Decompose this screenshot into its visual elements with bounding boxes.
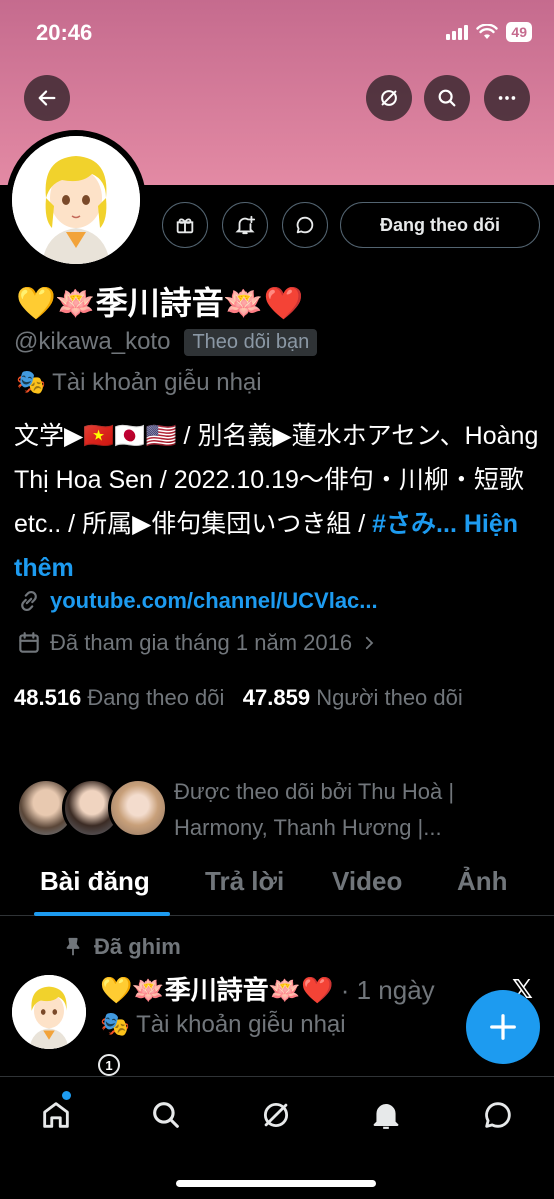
profile-name: 💛🪷季川詩音🪷❤️ [16, 285, 304, 321]
bio-text: 文学▶🇻🇳🇯🇵🇺🇸 / 別名義▶蓮水ホアセン、Hoàng Thị Hoa Sen… [14, 422, 539, 538]
post-number-badge: 1 [98, 1054, 120, 1076]
followers-count: 47.859 [242, 685, 311, 710]
wifi-icon [476, 24, 499, 39]
arrow-left-icon [38, 90, 56, 106]
nav-notifications[interactable] [366, 1095, 406, 1135]
joined-date[interactable]: Đã tham gia tháng 1 năm 2016 [16, 630, 378, 656]
more-button[interactable] [484, 75, 530, 121]
home-icon [43, 1102, 69, 1128]
profile-link[interactable]: youtube.com/channel/UCVlac... [16, 588, 378, 614]
following-label: Đang theo dõi [87, 685, 225, 710]
post-author[interactable]: 💛🪷季川詩音🪷❤️ · 1 ngày [100, 970, 435, 1007]
gift-icon [176, 218, 194, 234]
bell-icon [373, 1104, 399, 1129]
battery-indicator: 49 [506, 22, 532, 42]
joined-text: Đã tham gia tháng 1 năm 2016 [50, 630, 353, 655]
profile-avatar[interactable] [6, 130, 146, 270]
tab-photos[interactable]: Ảnh [457, 866, 508, 897]
notification-dot [62, 1091, 71, 1100]
followed-by-section[interactable]: Được theo dõi bởi Thu Hoà | Harmony, Tha… [16, 772, 546, 842]
notify-button[interactable] [222, 202, 268, 248]
pinned-label: Đã ghim [62, 934, 181, 960]
profile-handle: @kikawa_koto [14, 328, 171, 355]
nav-grok[interactable] [256, 1095, 296, 1135]
status-icons: 49 [446, 22, 532, 42]
follows-you-badge: Theo dõi bạn [184, 328, 318, 356]
follower-avatar [108, 778, 168, 838]
grok-button[interactable] [366, 75, 412, 121]
nav-messages[interactable] [478, 1095, 518, 1135]
status-bar: 20:46 49 [0, 0, 554, 66]
more-horizontal-icon [498, 96, 516, 100]
grok-icon [263, 1102, 289, 1128]
search-icon [438, 89, 456, 107]
gift-button[interactable] [162, 202, 208, 248]
plus-icon [490, 1014, 516, 1040]
link-icon [21, 591, 37, 611]
nav-search[interactable] [146, 1095, 186, 1135]
following-link[interactable]: 48.516 Đang theo dõi [14, 685, 224, 710]
pinned-text: Đã ghim [94, 934, 181, 959]
back-button[interactable] [24, 75, 70, 121]
profile-tabs: Bài đăng Trả lời Video Ảnh [0, 858, 554, 916]
anime-avatar-image [12, 136, 140, 264]
chat-bubble-icon [485, 1102, 511, 1128]
chat-bubble-icon [296, 216, 314, 234]
search-icon [153, 1102, 179, 1128]
bottom-nav [0, 1076, 554, 1199]
post-time: · 1 ngày [333, 975, 435, 1005]
chevron-right-icon [365, 636, 374, 650]
profile-bio: 文学▶🇻🇳🇯🇵🇺🇸 / 別名義▶蓮水ホアセン、Hoàng Thị Hoa Sen… [14, 414, 542, 590]
post-parody-label: 🎭 Tài khoản giễu nhại [100, 1011, 346, 1038]
followed-by-text: Được theo dõi bởi Thu Hoà | Harmony, Tha… [174, 779, 455, 840]
following-count: 48.516 [14, 685, 82, 710]
compose-button[interactable] [466, 990, 540, 1064]
message-button[interactable] [282, 202, 328, 248]
anime-avatar-image [12, 975, 86, 1049]
pin-icon [66, 937, 80, 956]
home-indicator [176, 1180, 376, 1187]
signal-icon [446, 24, 469, 40]
tab-posts[interactable]: Bài đăng [40, 866, 150, 897]
post-author-name: 💛🪷季川詩音🪷❤️ [100, 975, 334, 1005]
nav-home[interactable] [36, 1095, 76, 1135]
bio-hashtag[interactable]: #さみ... [372, 510, 457, 538]
active-tab-indicator [34, 912, 170, 916]
profile-link-text[interactable]: youtube.com/channel/UCVlac... [50, 588, 378, 614]
search-button[interactable] [424, 75, 470, 121]
bell-plus-icon [235, 215, 256, 235]
calendar-icon [19, 632, 39, 653]
following-button[interactable]: Đang theo dõi [340, 202, 540, 248]
post-avatar[interactable] [12, 975, 86, 1049]
handle-row: @kikawa_koto Theo dõi bạn [14, 328, 318, 356]
follow-counts: 48.516 Đang theo dõi 47.859 Người theo d… [14, 680, 544, 716]
grok-icon [381, 90, 397, 106]
parody-label: 🎭 Tài khoản giễu nhại [16, 369, 262, 396]
tab-video[interactable]: Video [332, 866, 402, 897]
followers-link[interactable]: 47.859 Người theo dõi [243, 685, 463, 710]
tab-replies[interactable]: Trả lời [205, 866, 284, 897]
status-time: 20:46 [36, 20, 93, 45]
followers-label: Người theo dõi [316, 685, 463, 710]
